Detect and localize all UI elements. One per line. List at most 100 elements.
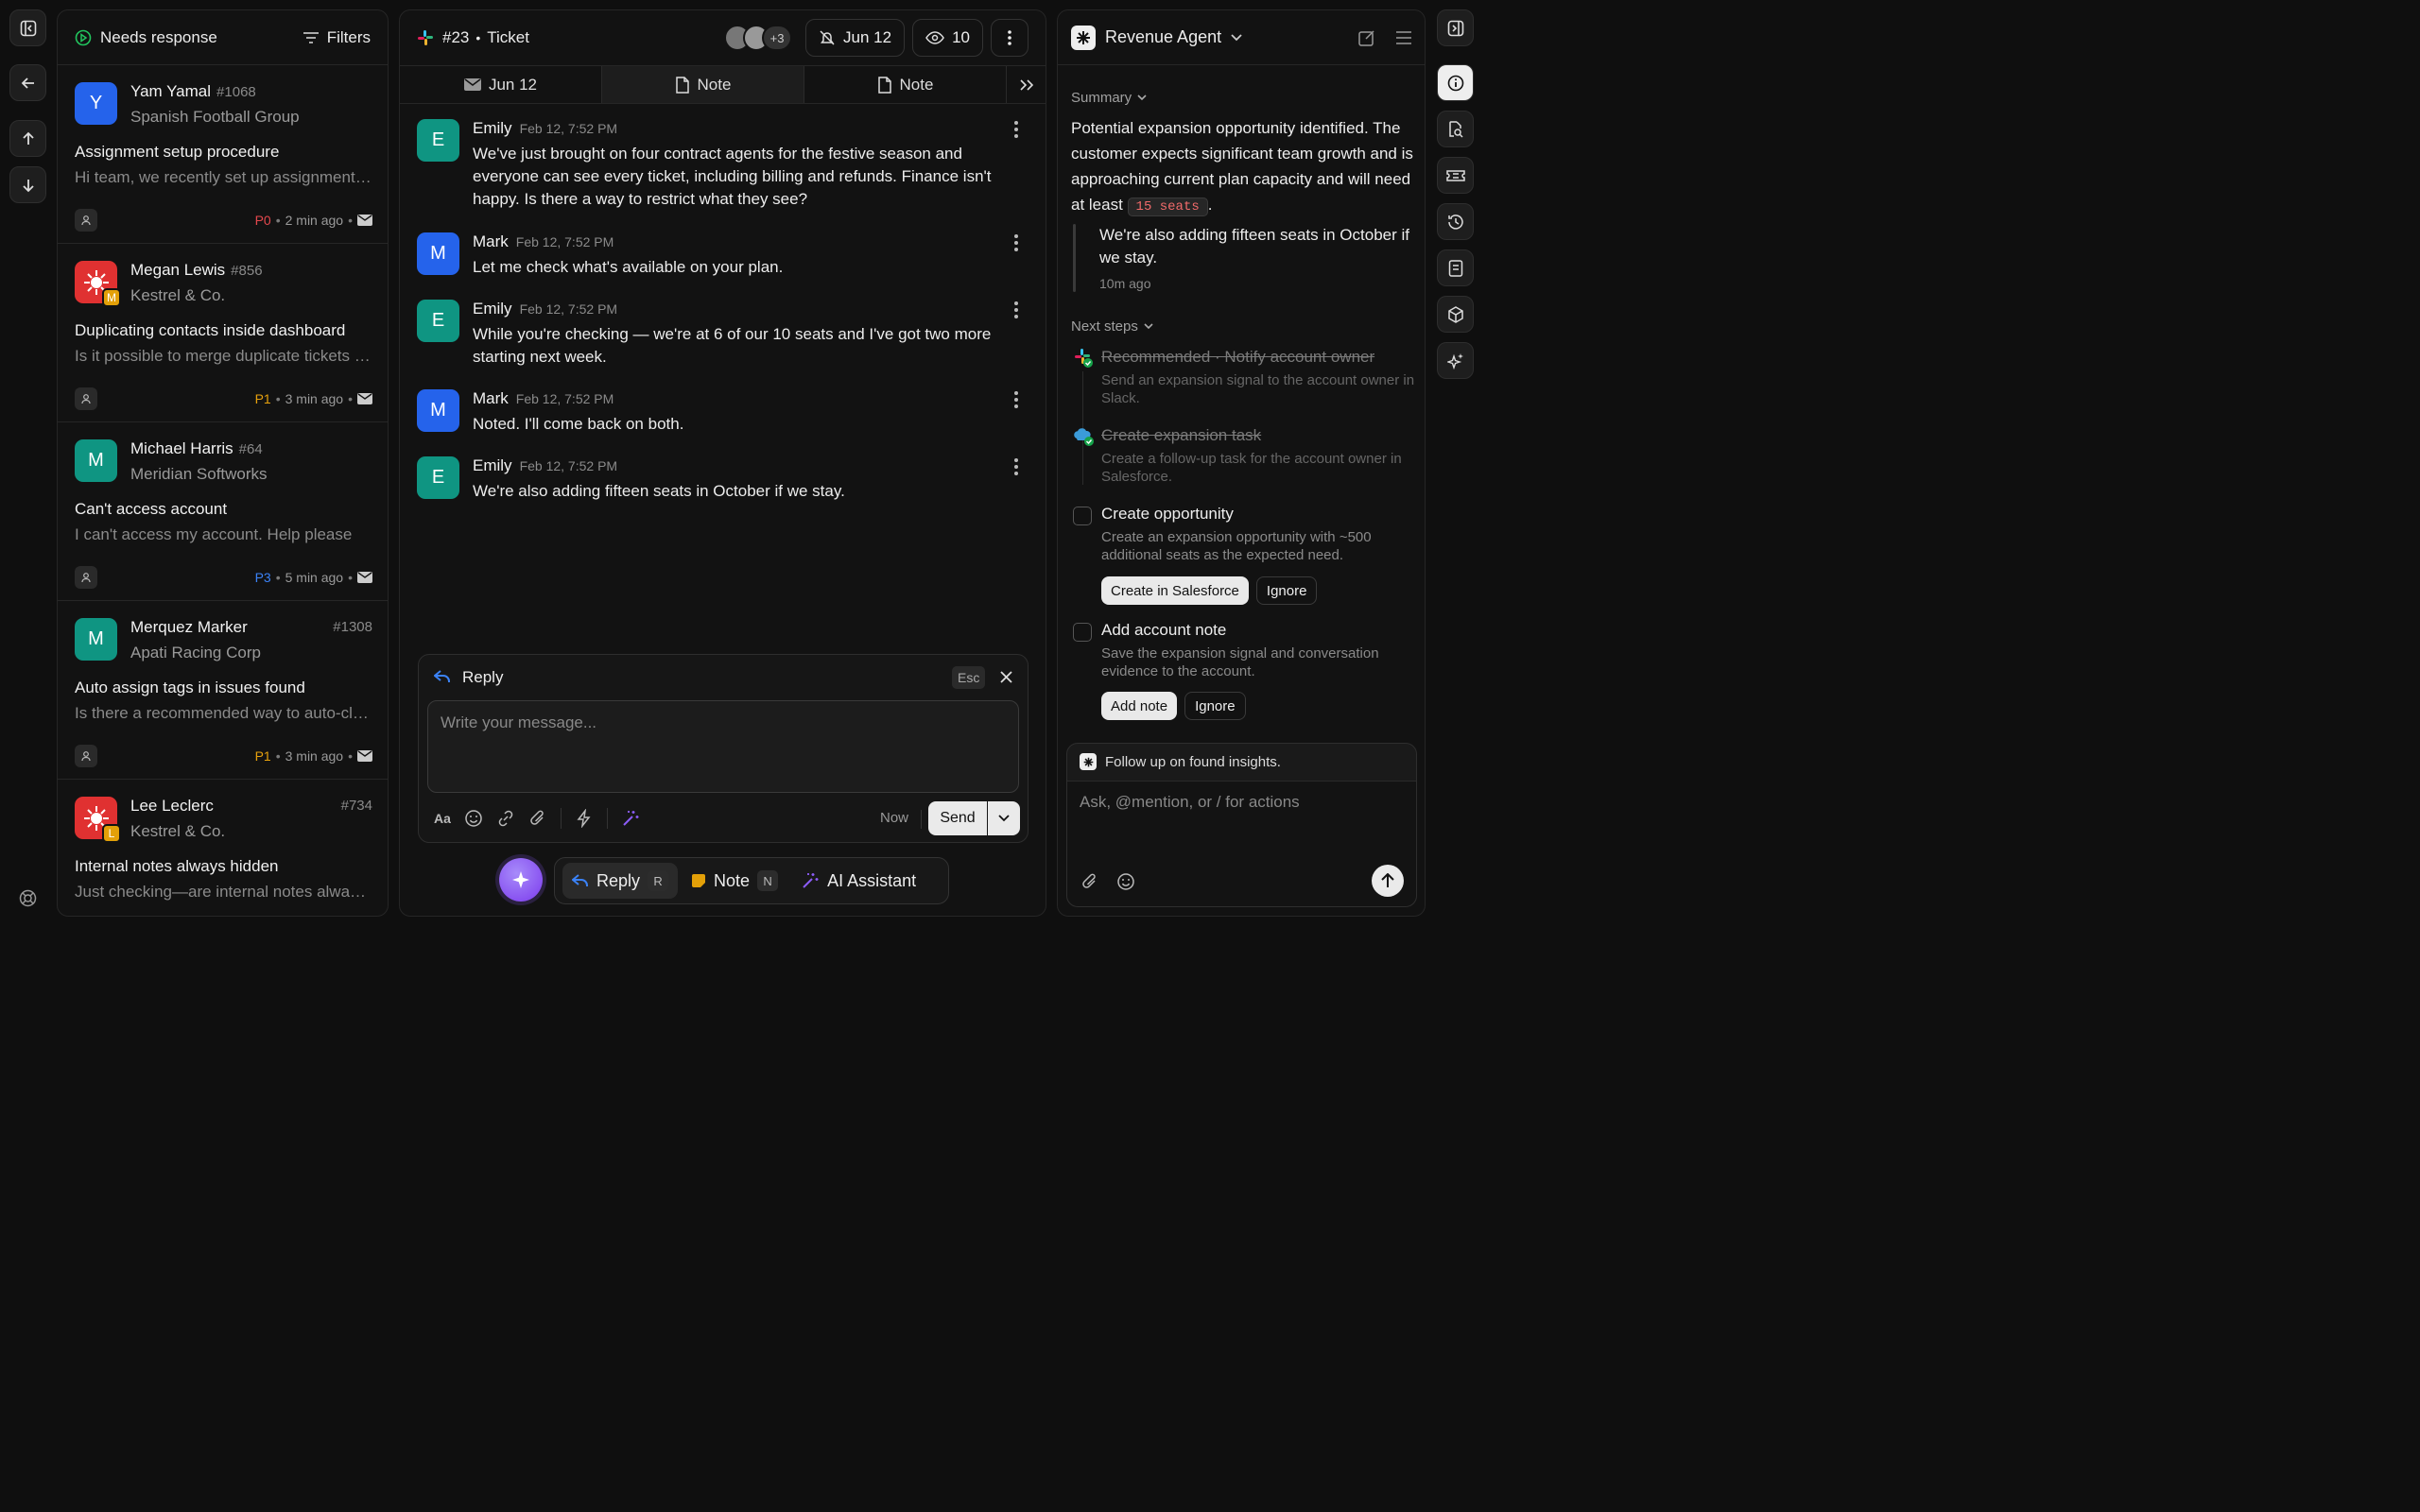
priority-badge: P1 xyxy=(254,391,271,406)
snooze-button[interactable]: Jun 12 xyxy=(805,19,906,57)
esc-hint: Esc xyxy=(952,666,986,689)
tab-note-active[interactable]: Note xyxy=(602,66,804,103)
avatar: M xyxy=(75,439,117,482)
arrow-up-icon xyxy=(22,131,34,145)
more-options-button[interactable] xyxy=(991,19,1028,57)
avatar: E xyxy=(417,456,459,499)
note-mode-button[interactable]: Note N xyxy=(682,863,787,899)
ticket-preview: Hi team, we recently set up assignment r… xyxy=(75,168,373,186)
bell-off-icon xyxy=(820,30,835,45)
contact-name: Megan Lewis xyxy=(130,261,226,279)
ignore-button[interactable]: Ignore xyxy=(1184,692,1246,720)
back-button[interactable] xyxy=(9,64,46,101)
assignee-icon[interactable] xyxy=(75,387,97,410)
assignee-badge: M xyxy=(102,288,121,307)
tab-note[interactable]: Note xyxy=(804,66,1007,103)
agent-name[interactable]: Revenue Agent xyxy=(1105,27,1221,47)
ticket-preview: Is there a recommended way to auto-class… xyxy=(75,704,373,722)
info-tab-button[interactable] xyxy=(1437,64,1474,101)
help-button[interactable] xyxy=(19,889,37,907)
menu-icon[interactable] xyxy=(1396,30,1411,44)
message-menu-icon[interactable] xyxy=(1013,458,1019,478)
step-checkbox[interactable] xyxy=(1073,507,1092,525)
chevron-down-icon[interactable] xyxy=(1231,33,1242,42)
filters-button[interactable]: Filters xyxy=(302,28,371,47)
tab-label: Note xyxy=(899,75,934,94)
collapse-sidebar-button[interactable] xyxy=(9,9,46,46)
more-tabs-button[interactable] xyxy=(1007,66,1046,103)
ticket-tabs: Jun 12 Note Note xyxy=(400,65,1046,104)
ticket-preview: I can't access my account. Help please xyxy=(75,525,353,543)
sparkle-icon xyxy=(512,871,529,888)
reply-mode-button[interactable]: Reply R xyxy=(562,863,679,899)
ticket-subject: Duplicating contacts inside dashboard xyxy=(75,321,346,339)
ticket-card[interactable]: Y Yam Yamal #1068 Spanish Football Group … xyxy=(58,65,388,244)
agent-logo-icon xyxy=(1080,753,1097,770)
participants-avatars[interactable]: +3 xyxy=(724,25,793,51)
divider xyxy=(921,810,922,829)
ticket-card[interactable]: L Lee Leclerc #734 Kestrel & Co. Interna… xyxy=(58,780,388,916)
previous-ticket-button[interactable] xyxy=(9,120,46,157)
send-button[interactable]: Send xyxy=(928,801,987,835)
attachment-icon[interactable] xyxy=(1080,872,1099,891)
reply-input[interactable]: Write your message... xyxy=(427,700,1019,793)
ai-sparkle-button[interactable] xyxy=(499,858,543,902)
step-title: Create opportunity xyxy=(1101,505,1234,523)
organization: Meridian Softworks xyxy=(130,465,268,483)
add-note-button[interactable]: Add note xyxy=(1101,692,1178,720)
chat-hint[interactable]: Follow up on found insights. xyxy=(1080,753,1281,770)
agent-chat-box: Follow up on found insights. Ask, @menti… xyxy=(1066,743,1417,907)
send-options-button[interactable] xyxy=(988,801,1020,835)
seats-code: 15 seats xyxy=(1127,198,1208,216)
viewers-button[interactable]: 10 xyxy=(912,19,983,57)
sparkles-icon xyxy=(1446,352,1463,369)
assignee-icon[interactable] xyxy=(75,566,97,589)
summary-text: Potential expansion opportunity identifi… xyxy=(1071,119,1413,216)
message-menu-icon[interactable] xyxy=(1013,121,1019,141)
step-checkbox[interactable] xyxy=(1073,623,1092,642)
next-steps-toggle[interactable]: Next steps xyxy=(1071,318,1153,335)
avatar: Y xyxy=(75,82,117,125)
next-ticket-button[interactable] xyxy=(9,166,46,203)
history-button[interactable] xyxy=(1437,203,1474,240)
chat-input[interactable]: Ask, @mention, or / for actions xyxy=(1080,793,1300,812)
attachment-icon[interactable] xyxy=(528,809,547,828)
emoji-icon[interactable] xyxy=(1116,872,1135,891)
summary-section-toggle[interactable]: Summary xyxy=(1071,90,1147,106)
link-icon[interactable] xyxy=(496,809,515,828)
email-icon xyxy=(357,215,372,226)
tab-email[interactable]: Jun 12 xyxy=(400,66,602,103)
ignore-button[interactable]: Ignore xyxy=(1255,576,1318,605)
magic-wand-icon[interactable] xyxy=(621,809,640,828)
assignee-icon[interactable] xyxy=(75,745,97,767)
reply-mode-label: Reply xyxy=(596,870,641,890)
ai-agents-button[interactable] xyxy=(1437,342,1474,379)
send-time[interactable]: Now xyxy=(880,810,908,826)
text-format-icon[interactable]: Aa xyxy=(434,811,451,826)
tickets-button[interactable] xyxy=(1437,157,1474,194)
message-menu-icon[interactable] xyxy=(1013,234,1019,254)
message-author: Mark xyxy=(473,389,509,407)
ticket-number: #23 xyxy=(442,28,470,46)
notes-button[interactable] xyxy=(1437,249,1474,286)
ticket-card[interactable]: M Merquez Marker #1308 Apati Racing Corp… xyxy=(58,601,388,780)
ticket-card[interactable]: M Michael Harris #64 Meridian Softworks C… xyxy=(58,422,388,601)
create-in-salesforce-button[interactable]: Create in Salesforce xyxy=(1101,576,1249,605)
close-icon[interactable] xyxy=(1000,671,1012,683)
ticket-preview: Just checking—are internal notes always … xyxy=(75,883,373,901)
emoji-icon[interactable] xyxy=(464,809,483,828)
message-menu-icon[interactable] xyxy=(1013,391,1019,411)
assignee-icon[interactable] xyxy=(75,209,97,232)
tab-label: Note xyxy=(697,75,732,94)
ticket-card[interactable]: M Megan Lewis #856 Kestrel & Co. Duplicat… xyxy=(58,244,388,422)
document-search-button[interactable] xyxy=(1437,111,1474,147)
ai-assistant-button[interactable]: AI Assistant xyxy=(791,863,925,899)
agent-panel: Revenue Agent Summary Potential expansio… xyxy=(1057,9,1426,917)
send-chat-button[interactable] xyxy=(1372,865,1404,897)
integrations-button[interactable] xyxy=(1437,296,1474,333)
toggle-panel-button[interactable] xyxy=(1437,9,1474,46)
arrow-up-icon xyxy=(1381,873,1394,887)
lightning-icon[interactable] xyxy=(575,809,594,828)
edit-icon[interactable] xyxy=(1358,29,1375,46)
message-menu-icon[interactable] xyxy=(1013,301,1019,321)
